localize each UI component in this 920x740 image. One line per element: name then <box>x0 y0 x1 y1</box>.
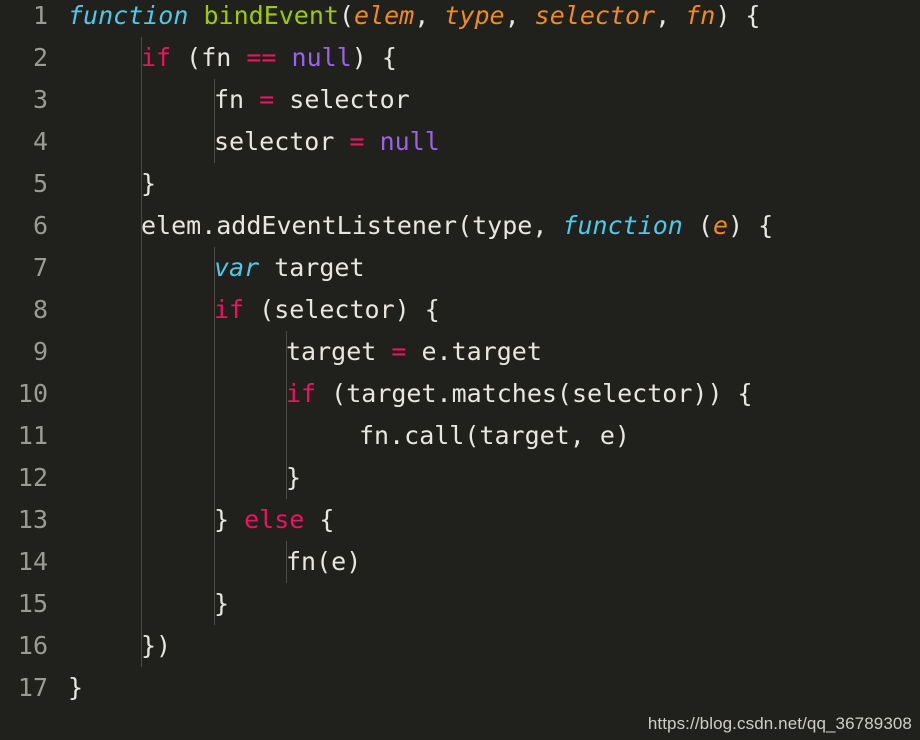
code-token-plain: } <box>141 169 157 198</box>
code-token-plain: selector <box>274 85 410 114</box>
line-number: 14 <box>17 547 48 576</box>
code-editor[interactable]: 1 2 3 4 5 6 7 8 9 10 11 12 13 14 15 16 17 function bindE… <box>0 0 920 740</box>
line-number: 10 <box>17 379 48 408</box>
code-token-plain: , <box>414 1 445 30</box>
code-token-plain: ( <box>338 1 355 30</box>
code-token-plain: fn(e) <box>286 547 362 576</box>
code-token-plain: ) { <box>351 43 397 72</box>
code-token-plain: (selector) { <box>244 295 440 324</box>
code-token-parameter: e <box>712 211 729 240</box>
code-line[interactable]: } <box>0 583 920 625</box>
code-line[interactable]: if (fn == null) { <box>0 37 920 79</box>
code-line[interactable]: } else { <box>0 499 920 541</box>
code-token-storage: function <box>68 1 189 30</box>
code-token-operator: = <box>349 127 365 156</box>
code-token-plain: elem.addEventListener(type, <box>141 211 563 240</box>
code-token-keyword: if <box>141 43 172 72</box>
code-line[interactable]: }) <box>0 625 920 667</box>
code-token-constant: null <box>379 127 440 156</box>
line-number: 13 <box>17 505 48 534</box>
code-line[interactable]: selector = null <box>0 121 920 163</box>
code-token-plain: } <box>68 673 84 702</box>
code-token-plain: e.target <box>406 337 542 366</box>
code-token-function-name: bindEvent <box>203 1 339 30</box>
line-number: 3 <box>32 85 48 114</box>
line-number: 1 <box>32 1 48 30</box>
code-token-plain: target <box>259 253 365 282</box>
line-number: 11 <box>17 421 48 450</box>
line-number: 15 <box>17 589 48 618</box>
code-token-plain: fn <box>214 85 260 114</box>
code-token-parameter: selector <box>534 1 656 30</box>
line-number: 12 <box>17 463 48 492</box>
code-line[interactable]: if (target.matches(selector)) { <box>0 373 920 415</box>
code-token-plain: { <box>304 505 335 534</box>
code-token-keyword: if <box>286 379 317 408</box>
code-line[interactable]: } <box>0 457 920 499</box>
code-token-operator: == <box>246 43 277 72</box>
code-line[interactable]: fn.call(target, e) <box>0 415 920 457</box>
code-line[interactable]: } <box>0 667 920 709</box>
code-token-plain: (target.matches(selector)) { <box>316 379 753 408</box>
code-line[interactable]: fn = selector <box>0 79 920 121</box>
code-token-keyword: else <box>244 505 305 534</box>
code-token-plain: } <box>214 505 245 534</box>
code-token-parameter: fn <box>685 1 716 30</box>
code-token-plain: , <box>655 1 686 30</box>
line-number: 5 <box>32 169 48 198</box>
code-token-operator: = <box>391 337 407 366</box>
code-line[interactable]: var target <box>0 247 920 289</box>
code-token-plain: target <box>286 337 392 366</box>
code-token-plain: ) { <box>715 1 761 30</box>
code-token-plain: ) { <box>728 211 774 240</box>
line-number: 7 <box>32 253 48 282</box>
code-token-parameter: type <box>444 1 505 30</box>
code-line[interactable]: elem.addEventListener(type, function (e)… <box>0 205 920 247</box>
code-line[interactable]: fn(e) <box>0 541 920 583</box>
code-line[interactable]: target = e.target <box>0 331 920 373</box>
code-token-keyword: if <box>214 295 245 324</box>
line-number: 4 <box>32 127 48 156</box>
line-number: 8 <box>32 295 48 324</box>
code-content[interactable]: function bindEvent(elem, type, selector,… <box>0 0 920 740</box>
line-number: 6 <box>32 211 48 240</box>
code-token-storage: function <box>562 211 683 240</box>
code-token-plain: fn.call(target, e) <box>359 421 630 450</box>
code-token-plain: , <box>504 1 535 30</box>
code-line[interactable]: } <box>0 163 920 205</box>
code-token-plain: } <box>286 463 302 492</box>
code-line[interactable]: function bindEvent(elem, type, selector,… <box>0 0 920 37</box>
line-number: 9 <box>32 337 48 366</box>
code-token-plain: } <box>214 589 230 618</box>
code-token-operator: = <box>259 85 275 114</box>
line-number-gutter: 1 2 3 4 5 6 7 8 9 10 11 12 13 14 15 16 17 <box>0 0 48 740</box>
line-number: 16 <box>17 631 48 660</box>
code-token-storage: var <box>214 253 260 282</box>
code-token-parameter: elem <box>354 1 415 30</box>
code-token-plain: (fn <box>171 43 247 72</box>
code-token-plain: }) <box>141 631 172 660</box>
code-token-plain: ( <box>682 211 713 240</box>
code-token-plain: selector <box>214 127 350 156</box>
line-number: 17 <box>17 673 48 702</box>
line-number: 2 <box>32 43 48 72</box>
watermark-url: https://blog.csdn.net/qq_36789308 <box>647 714 912 733</box>
code-token-constant: null <box>291 43 352 72</box>
code-line[interactable]: if (selector) { <box>0 289 920 331</box>
